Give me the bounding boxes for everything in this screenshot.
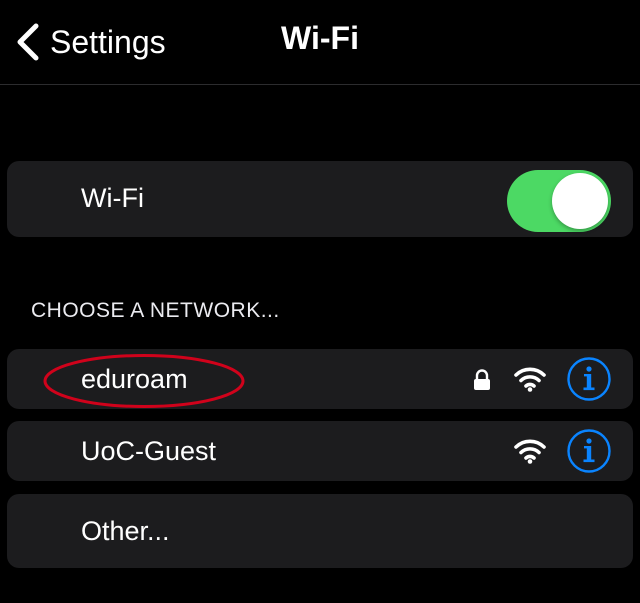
navigation-bar: Settings Wi-Fi [0,0,640,85]
network-row-eduroam[interactable]: eduroam [7,349,633,409]
wifi-settings-screen: Settings Wi-Fi Wi-Fi CHOOSE A NETWORK...… [0,0,640,603]
wifi-toggle-switch[interactable] [507,170,611,232]
page-title: Wi-Fi [281,20,359,56]
info-icon[interactable] [566,428,612,474]
toggle-knob [552,173,608,229]
network-name: UoC-Guest [81,436,217,466]
section-header-choose-network: CHOOSE A NETWORK... [31,299,280,322]
wifi-toggle-label: Wi-Fi [81,183,144,213]
wifi-signal-icon [514,438,546,464]
network-row-uoc-guest[interactable]: UoC-Guest [7,421,633,481]
network-name: eduroam [81,364,188,394]
wifi-signal-icon [514,366,546,392]
lock-icon [473,369,491,391]
wifi-toggle-row: Wi-Fi [7,161,633,237]
info-icon[interactable] [566,356,612,402]
other-network-row[interactable]: Other... [7,494,633,568]
other-network-label: Other... [81,516,170,546]
